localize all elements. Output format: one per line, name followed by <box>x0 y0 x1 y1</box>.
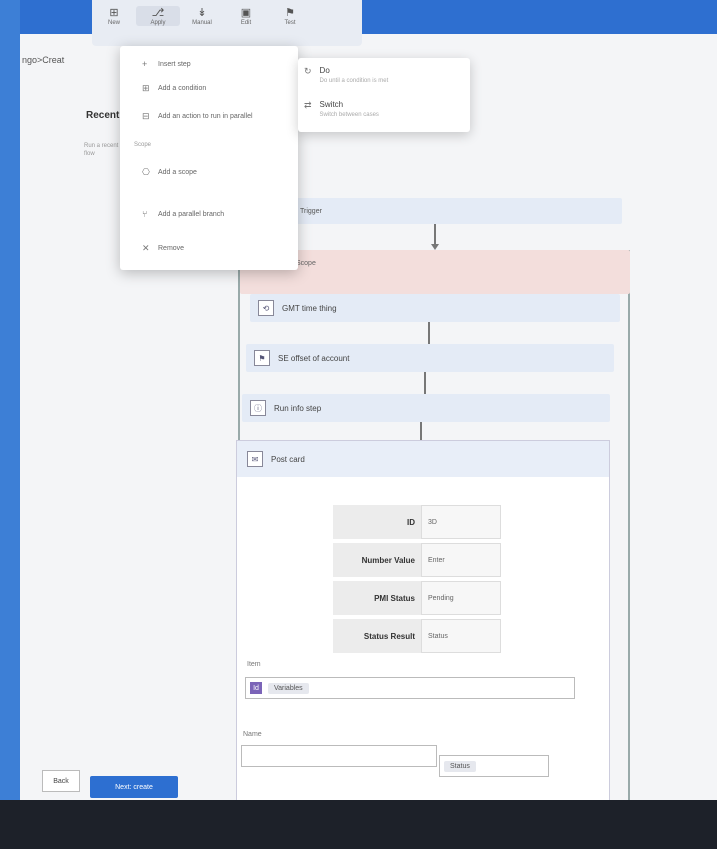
status-field[interactable]: Status <box>439 755 549 777</box>
menu-item-add-condition[interactable]: ⊞ Add a condition <box>120 78 320 98</box>
action-se-offset[interactable]: ⚑ SE offset of account <box>246 344 614 372</box>
menu-item-label: Remove <box>158 244 185 252</box>
item-field-label: Item <box>247 661 261 668</box>
ribbon-toolbar: ⊞ New ⎇ Apply ↡ Manual ▣ Edit ⚑ Test <box>92 0 362 46</box>
branch-icon: ⑂ <box>142 209 148 219</box>
name-field[interactable] <box>241 745 437 767</box>
left-sidebar-edge <box>0 0 20 849</box>
ribbon-apply-label: Apply <box>150 20 166 26</box>
loop-icon: ↻ <box>304 66 312 76</box>
insert-dropdown-menu: + Insert step ⊞ Add a condition ⊟ Add an… <box>120 46 298 270</box>
menu-item-label: Add a parallel branch <box>158 210 225 218</box>
menu-item-remove[interactable]: ✕ Remove <box>120 238 320 258</box>
param-value[interactable]: Pending <box>421 581 501 615</box>
submenu-item-desc: Do until a condition is met <box>319 78 389 84</box>
variables-chip[interactable]: Variables <box>268 682 309 694</box>
table-row: Status Result Status <box>333 617 505 655</box>
param-key: Number Value <box>333 543 421 577</box>
param-key: PMI Status <box>333 581 421 615</box>
ribbon-test-button[interactable]: ⚑ Test <box>268 6 312 26</box>
action-run-info[interactable]: ⓘ Run info step <box>242 394 610 422</box>
submenu-item-switch[interactable]: ⇄ Switch Switch between cases <box>304 100 379 118</box>
panel-description: Run a recent flow <box>84 143 119 157</box>
submenu-item-title: Switch <box>319 100 344 109</box>
panel-title: Recent <box>86 110 120 121</box>
param-key: ID <box>333 505 421 539</box>
card-icon: ✉ <box>247 451 263 467</box>
item-field[interactable]: Id Variables <box>245 677 575 699</box>
submenu-item-title: Do <box>319 66 330 75</box>
back-button[interactable]: Back <box>42 770 80 792</box>
dynamic-token-icon: Id <box>250 682 262 694</box>
action-gmt-time[interactable]: ⟲ GMT time thing <box>250 294 620 322</box>
manual-icon: ↡ <box>197 7 207 19</box>
action-icon: ⟲ <box>258 300 274 316</box>
action-label: SE offset of account <box>278 353 350 363</box>
test-icon: ⚑ <box>285 7 295 19</box>
menu-item-add-scope[interactable]: ⎔ Add a scope <box>120 162 320 182</box>
screen: ⊞ New ⎇ Apply ↡ Manual ▣ Edit ⚑ Test ngo… <box>0 0 717 849</box>
menu-item-parallel-branch[interactable]: ⑂ Add a parallel branch <box>120 204 320 224</box>
menu-item-insert-step[interactable]: + Insert step <box>120 54 320 74</box>
scope-icon: ⎔ <box>142 166 150 177</box>
card-header-label: Post card <box>271 454 305 464</box>
param-value[interactable]: Status <box>421 619 501 653</box>
apply-icon: ⎇ <box>151 7 165 19</box>
table-row: Number Value Enter <box>333 541 505 579</box>
ribbon-edit-label: Edit <box>240 20 252 26</box>
ribbon-manual-button[interactable]: ↡ Manual <box>180 6 224 26</box>
condition-icon: ⊞ <box>142 82 150 93</box>
trash-icon: ✕ <box>142 242 150 253</box>
menu-item-label: Insert step <box>158 60 191 68</box>
menu-item-parallel[interactable]: ⊟ Add an action to run in parallel <box>120 106 320 126</box>
menu-item-label: Add a condition <box>158 84 207 92</box>
parallel-icon: ⊟ <box>142 110 150 121</box>
ribbon-new-button[interactable]: ⊞ New <box>92 6 136 26</box>
ribbon-apply-button[interactable]: ⎇ Apply <box>136 6 180 26</box>
table-row: PMI Status Pending <box>333 579 505 617</box>
card-header[interactable]: ✉ Post card <box>237 441 609 477</box>
menu-section-label: Scope <box>134 142 152 148</box>
action-label: Run info step <box>274 403 322 413</box>
action-icon: ⚑ <box>254 350 270 366</box>
menu-item-label: Add an action to run in parallel <box>158 112 253 120</box>
ribbon-new-label: New <box>107 20 120 26</box>
connector-arrow <box>428 322 430 344</box>
name-field-label: Name <box>243 731 262 738</box>
submenu-item-desc: Switch between cases <box>319 112 379 118</box>
next-button[interactable]: Next: create <box>90 776 178 798</box>
parameter-table: ID 3D Number Value Enter PMI Status Pend… <box>333 503 505 655</box>
action-label: GMT time thing <box>282 303 337 313</box>
flow-trigger[interactable]: Trigger <box>292 198 622 224</box>
scope-label: Scope <box>296 260 316 267</box>
ribbon-manual-label: Manual <box>192 20 212 26</box>
new-icon: ⊞ <box>109 7 119 19</box>
bottom-bezel <box>0 800 717 849</box>
ribbon-test-label: Test <box>284 20 296 26</box>
table-row: ID 3D <box>333 503 505 541</box>
status-chip[interactable]: Status <box>444 760 476 772</box>
post-card-action: ✉ Post card ID 3D Number Value Enter PMI… <box>236 440 610 820</box>
edit-icon: ▣ <box>240 7 252 19</box>
connector-arrow <box>424 372 426 394</box>
control-submenu: ↻ Do Do until a condition is met ⇄ Switc… <box>298 58 470 132</box>
submenu-item-do[interactable]: ↻ Do Do until a condition is met <box>304 66 388 84</box>
param-value[interactable]: 3D <box>421 505 501 539</box>
connector-arrow <box>434 224 436 246</box>
param-key: Status Result <box>333 619 421 653</box>
plus-icon: + <box>142 59 148 69</box>
connector-arrow <box>420 422 422 440</box>
menu-item-label: Add a scope <box>158 168 197 176</box>
switch-icon: ⇄ <box>304 100 312 110</box>
action-icon: ⓘ <box>250 400 266 416</box>
breadcrumb[interactable]: ngo>Creat <box>22 55 64 65</box>
param-value[interactable]: Enter <box>421 543 501 577</box>
ribbon-edit-button[interactable]: ▣ Edit <box>224 6 268 26</box>
